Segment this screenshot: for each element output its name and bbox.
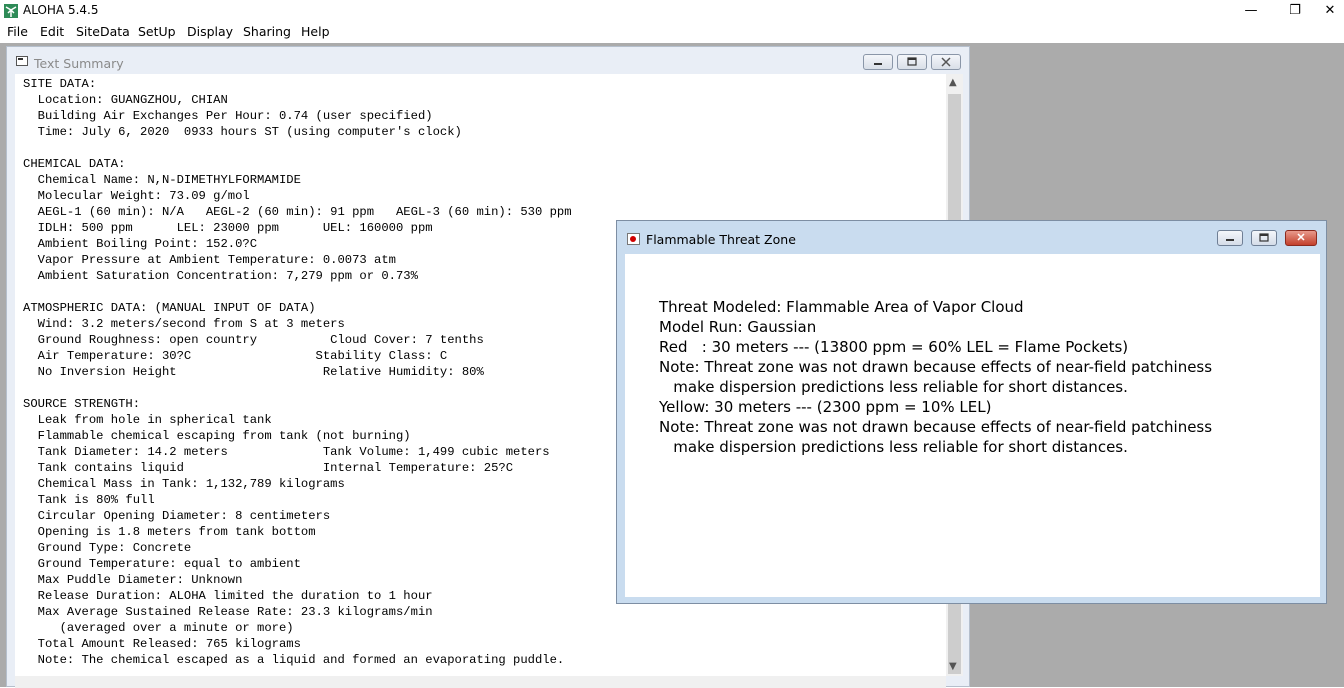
scroll-down-icon[interactable]: ▼: [949, 661, 957, 672]
summary-line: Time: July 6, 2020 0933 hours ST (using …: [23, 125, 462, 139]
summary-line: Building Air Exchanges Per Hour: 0.74 (u…: [23, 109, 433, 123]
menu-bar: File Edit SiteData SetUp Display Sharing…: [0, 22, 1344, 42]
scroll-up-icon[interactable]: ▲: [949, 77, 957, 88]
threat-zone-line: make dispersion predictions less reliabl…: [659, 378, 1128, 396]
threat-zone-line: Note: Threat zone was not drawn because …: [659, 418, 1213, 436]
restore-icon: [1259, 233, 1269, 242]
minimize-button[interactable]: —: [1228, 0, 1274, 22]
threat-zone-title: Flammable Threat Zone: [646, 232, 796, 247]
summary-line: SITE DATA:: [23, 77, 97, 91]
summary-line: CHEMICAL DATA:: [23, 157, 126, 171]
summary-line: Total Amount Released: 765 kilograms: [23, 637, 301, 651]
threat-zone-content: Threat Modeled: Flammable Area of Vapor …: [625, 254, 1320, 597]
window-icon: [16, 56, 28, 66]
text-summary-title: Text Summary: [34, 56, 124, 71]
text-summary-minimize-button[interactable]: [863, 54, 893, 70]
text-summary-restore-button[interactable]: [897, 54, 927, 70]
summary-line: Max Average Sustained Release Rate: 23.3…: [23, 605, 433, 619]
threat-zone-minimize-button[interactable]: [1217, 230, 1243, 246]
summary-line: Molecular Weight: 73.09 g/mol: [23, 189, 250, 203]
text-summary-close-button[interactable]: [931, 54, 961, 70]
summary-line: (averaged over a minute or more): [23, 621, 294, 635]
horizontal-scrollbar[interactable]: [15, 676, 946, 688]
restore-button[interactable]: ❐: [1272, 0, 1318, 22]
threat-zone-line: Note: Threat zone was not drawn because …: [659, 358, 1213, 376]
menu-display[interactable]: Display: [187, 24, 233, 39]
threat-zone-title-bar[interactable]: Flammable Threat Zone ✕: [617, 221, 1326, 254]
app-title-bar: ALOHA 5.4.5 — ❐ ✕: [0, 0, 1344, 22]
threat-zone-line: Threat Modeled: Flammable Area of Vapor …: [659, 298, 1024, 316]
threat-zone-icon: [627, 233, 640, 245]
restore-icon: [907, 57, 917, 66]
menu-file[interactable]: File: [7, 24, 28, 39]
menu-setup[interactable]: SetUp: [138, 24, 176, 39]
threat-zone-close-button[interactable]: ✕: [1285, 230, 1317, 246]
summary-line: AEGL-1 (60 min): N/A AEGL-2 (60 min): 91…: [23, 205, 572, 219]
app-title: ALOHA 5.4.5: [23, 3, 99, 17]
threat-zone-window: Flammable Threat Zone ✕ Threat Modeled: …: [616, 220, 1327, 604]
threat-zone-text: Threat Modeled: Flammable Area of Vapor …: [659, 297, 1212, 457]
menu-edit[interactable]: Edit: [40, 24, 64, 39]
summary-line: Location: GUANGZHOU, CHIAN: [23, 93, 228, 107]
minimize-icon: [1226, 239, 1234, 241]
menu-help[interactable]: Help: [301, 24, 330, 39]
menu-sharing[interactable]: Sharing: [243, 24, 291, 39]
close-icon: [941, 57, 951, 67]
threat-zone-line: make dispersion predictions less reliabl…: [659, 438, 1128, 456]
minimize-icon: [874, 63, 882, 65]
close-button[interactable]: ✕: [1316, 0, 1344, 22]
threat-zone-line: Model Run: Gaussian: [659, 318, 817, 336]
menu-sitedata[interactable]: SiteData: [76, 24, 130, 39]
threat-zone-restore-button[interactable]: [1251, 230, 1277, 246]
palm-tree-icon: [4, 4, 18, 18]
threat-zone-line: Red : 30 meters --- (13800 ppm = 60% LEL…: [659, 338, 1129, 356]
text-summary-title-bar[interactable]: Text Summary: [7, 47, 969, 73]
summary-line: [23, 140, 946, 156]
summary-line: Chemical Name: N,N-DIMETHYLFORMAMIDE: [23, 173, 301, 187]
summary-line: Note: The chemical escaped as a liquid a…: [23, 653, 565, 667]
threat-zone-line: Yellow: 30 meters --- (2300 ppm = 10% LE…: [659, 398, 992, 416]
